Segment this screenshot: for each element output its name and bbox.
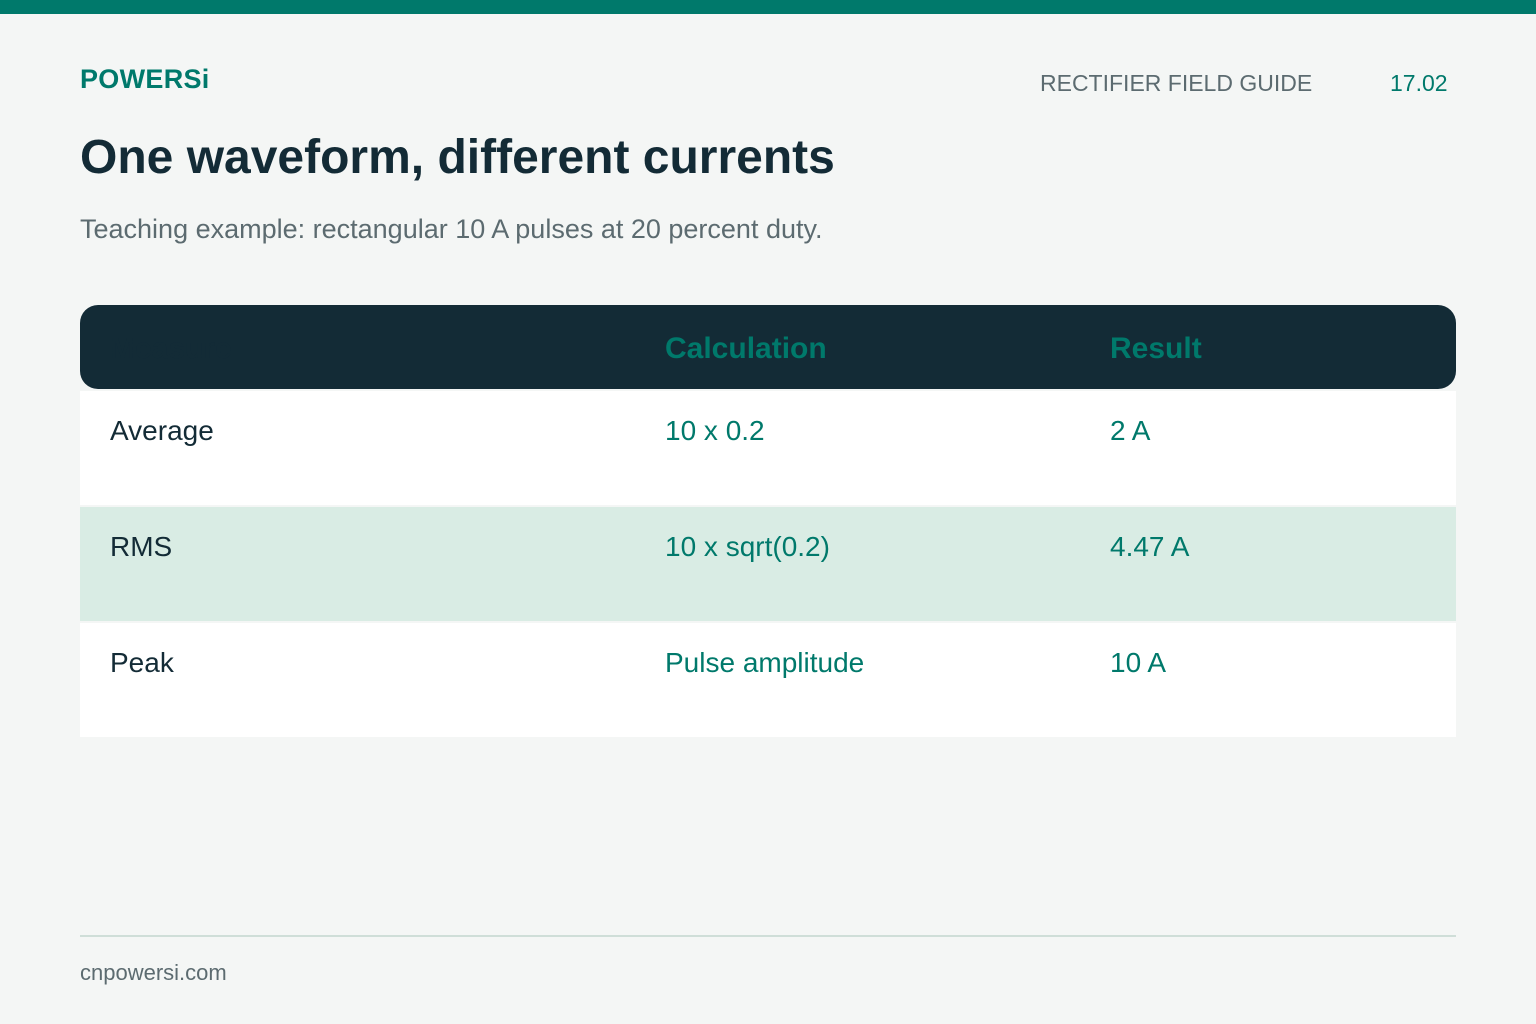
page-subtitle: Teaching example: rectangular 10 A pulse…: [80, 214, 823, 244]
table-row: RMS 10 x sqrt(0.2) 4.47 A: [80, 507, 1456, 621]
calculation-cell: 10 x sqrt(0.2): [665, 531, 830, 562]
result-cell: 2 A: [1110, 415, 1151, 446]
footer-website: cnpowersi.com: [80, 960, 227, 985]
calculation-cell: 10 x 0.2: [665, 415, 765, 446]
measure-cell: RMS: [110, 531, 173, 562]
page-title: One waveform, different currents: [80, 131, 835, 184]
top-accent-bar: [0, 0, 1536, 14]
brand-logo-text: POWERSi: [80, 64, 210, 94]
column-header-measure: Measure: [110, 332, 232, 365]
table-row: Average 10 x 0.2 2 A: [80, 391, 1456, 505]
column-header-calculation: Calculation: [665, 332, 827, 365]
table-header: Measure Calculation Result: [80, 305, 1456, 389]
calculation-cell: Pulse amplitude: [665, 647, 865, 678]
measure-cell: Peak: [110, 647, 174, 678]
currents-table: Measure Calculation Result Average 10 x …: [80, 305, 1456, 737]
footer-divider: [80, 935, 1456, 937]
column-header-result: Result: [1110, 332, 1202, 365]
guide-label: RECTIFIER FIELD GUIDE: [1040, 70, 1313, 96]
result-cell: 4.47 A: [1110, 531, 1190, 562]
result-cell: 10 A: [1110, 647, 1167, 678]
measure-cell: Average: [110, 415, 214, 446]
section-number: 17.02: [1390, 70, 1448, 96]
table-row: Peak Pulse amplitude 10 A: [80, 623, 1456, 737]
